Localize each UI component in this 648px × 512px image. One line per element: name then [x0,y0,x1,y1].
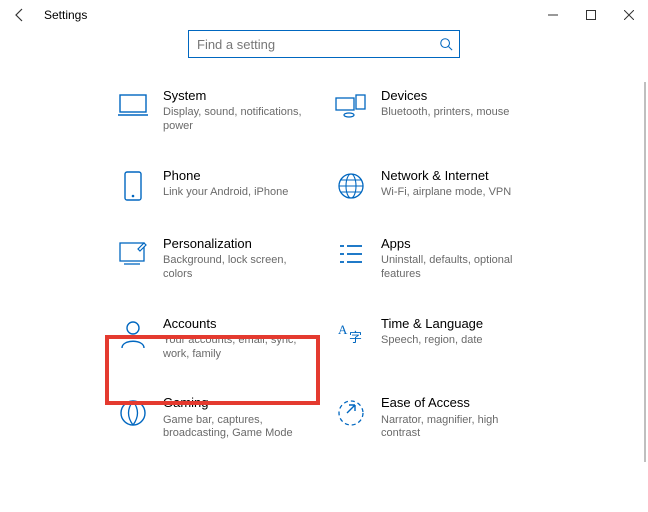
category-title: Devices [381,88,509,104]
close-icon [624,10,634,20]
category-apps[interactable]: Apps Uninstall, defaults, optional featu… [333,232,533,286]
category-title: Accounts [163,316,313,332]
ease-of-access-icon [335,397,367,429]
category-phone[interactable]: Phone Link your Android, iPhone [115,164,315,206]
personalization-icon [117,238,149,270]
category-title: Time & Language [381,316,483,332]
window-title: Settings [44,8,87,22]
minimize-icon [548,10,558,20]
back-button[interactable] [0,7,40,23]
search-icon [433,37,459,51]
system-icon [117,90,149,122]
devices-icon [335,90,367,122]
svg-text:A: A [338,322,348,337]
search-box[interactable] [188,30,460,58]
svg-text:字: 字 [349,330,362,345]
category-subtitle: Narrator, magnifier, high contrast [381,414,531,442]
maximize-button[interactable] [572,0,610,30]
category-subtitle: Uninstall, defaults, optional features [381,254,531,282]
category-title: Ease of Access [381,395,531,411]
category-devices[interactable]: Devices Bluetooth, printers, mouse [333,84,533,138]
category-title: Apps [381,236,531,252]
category-title: Phone [163,168,288,184]
vertical-scrollbar[interactable] [644,82,646,462]
category-network[interactable]: Network & Internet Wi-Fi, airplane mode,… [333,164,533,206]
category-subtitle: Background, lock screen, colors [163,254,313,282]
close-button[interactable] [610,0,648,30]
category-personalization[interactable]: Personalization Background, lock screen,… [115,232,315,286]
category-title: Personalization [163,236,313,252]
apps-icon [335,238,367,270]
search-input[interactable] [189,37,433,52]
category-accounts[interactable]: Accounts Your accounts, email, sync, wor… [115,312,315,366]
category-subtitle: Your accounts, email, sync, work, family [163,334,313,362]
category-gaming[interactable]: Gaming Game bar, captures, broadcasting,… [115,391,315,445]
arrow-left-icon [12,7,28,23]
category-title: Gaming [163,395,313,411]
globe-icon [335,170,367,202]
minimize-button[interactable] [534,0,572,30]
category-subtitle: Game bar, captures, broadcasting, Game M… [163,414,313,442]
category-system[interactable]: System Display, sound, notifications, po… [115,84,315,138]
phone-icon [117,170,149,202]
category-time-language[interactable]: A字 Time & Language Speech, region, date [333,312,533,366]
categories-grid: System Display, sound, notifications, po… [0,84,648,445]
window-controls [534,0,648,30]
titlebar: Settings [0,0,648,30]
category-subtitle: Display, sound, notifications, power [163,106,313,134]
accounts-icon [117,318,149,350]
category-subtitle: Speech, region, date [381,334,483,348]
gaming-icon [117,397,149,429]
category-title: System [163,88,313,104]
maximize-icon [586,10,596,20]
category-subtitle: Bluetooth, printers, mouse [381,106,509,120]
time-language-icon: A字 [335,318,367,350]
category-title: Network & Internet [381,168,511,184]
category-subtitle: Link your Android, iPhone [163,186,288,200]
category-subtitle: Wi-Fi, airplane mode, VPN [381,186,511,200]
category-ease-of-access[interactable]: Ease of Access Narrator, magnifier, high… [333,391,533,445]
